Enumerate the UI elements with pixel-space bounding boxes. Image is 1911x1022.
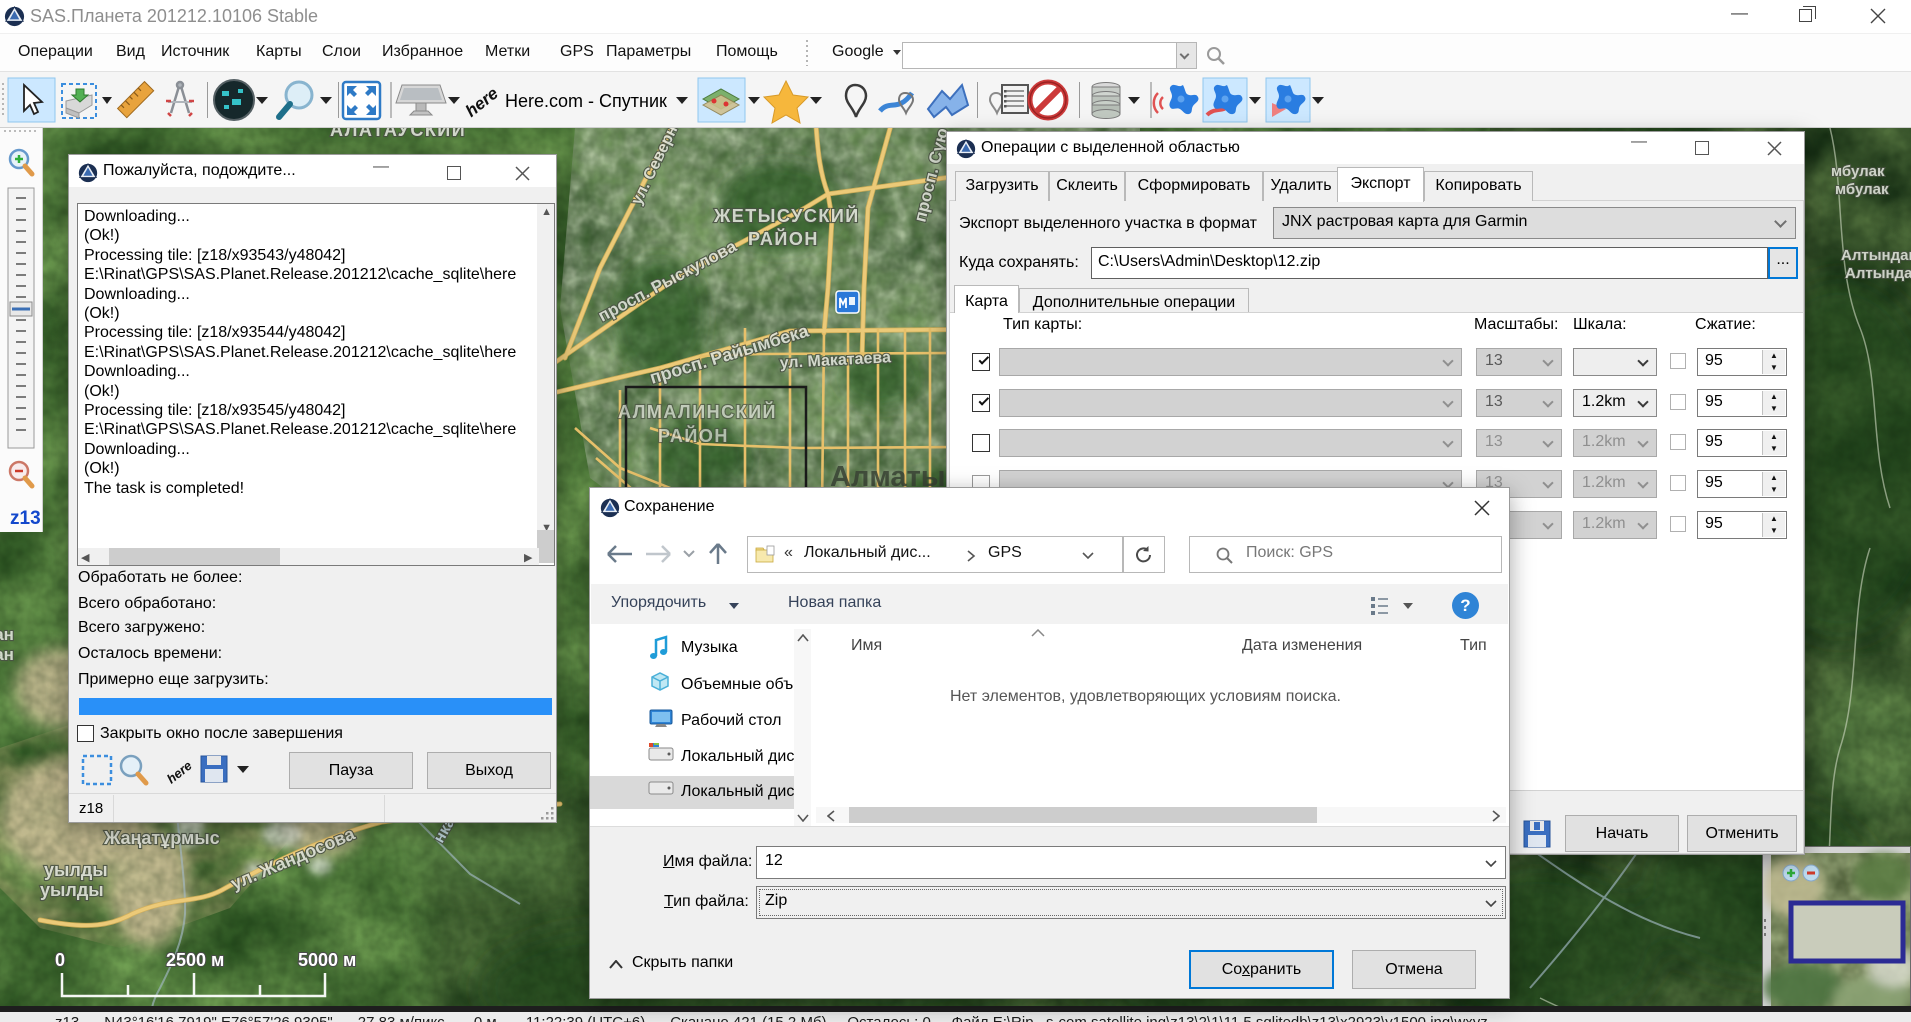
svg-text:0: 0: [55, 950, 65, 970]
svg-text:РАЙОН: РАЙОН: [748, 228, 819, 249]
svg-text:here: here: [164, 758, 195, 787]
svg-text:уылды: уылды: [44, 860, 108, 880]
svg-text:2500 м: 2500 м: [166, 950, 224, 970]
svg-text:Here.com - Спутник: Here.com - Спутник: [505, 91, 667, 111]
svg-text:Жаңатұрмыс: Жаңатұрмыс: [103, 828, 220, 848]
svg-text:АЛМАЛИНСКИЙ: АЛМАЛИНСКИЙ: [618, 401, 777, 422]
svg-text:уылды: уылды: [40, 880, 104, 900]
svg-text:зан: зан: [0, 645, 14, 664]
svg-text:мбулак: мбулак: [1831, 163, 1885, 180]
svg-text:5000 м: 5000 м: [298, 950, 356, 970]
svg-text:ЖЕТЫСУСКИЙ: ЖЕТЫСУСКИЙ: [713, 205, 860, 226]
svg-text:мбулак: мбулак: [1835, 181, 1889, 198]
svg-text:АЛАТАУСКИЙ: АЛАТАУСКИЙ: [330, 128, 466, 140]
svg-text:z13: z13: [10, 508, 41, 529]
svg-text:here: here: [462, 84, 502, 121]
svg-text:зан: зан: [0, 625, 14, 644]
svg-text:Алтындан: Алтындан: [1845, 265, 1911, 282]
svg-text:Алтындан: Алтындан: [1841, 247, 1911, 264]
svg-text:РАЙОН: РАЙОН: [658, 425, 729, 446]
